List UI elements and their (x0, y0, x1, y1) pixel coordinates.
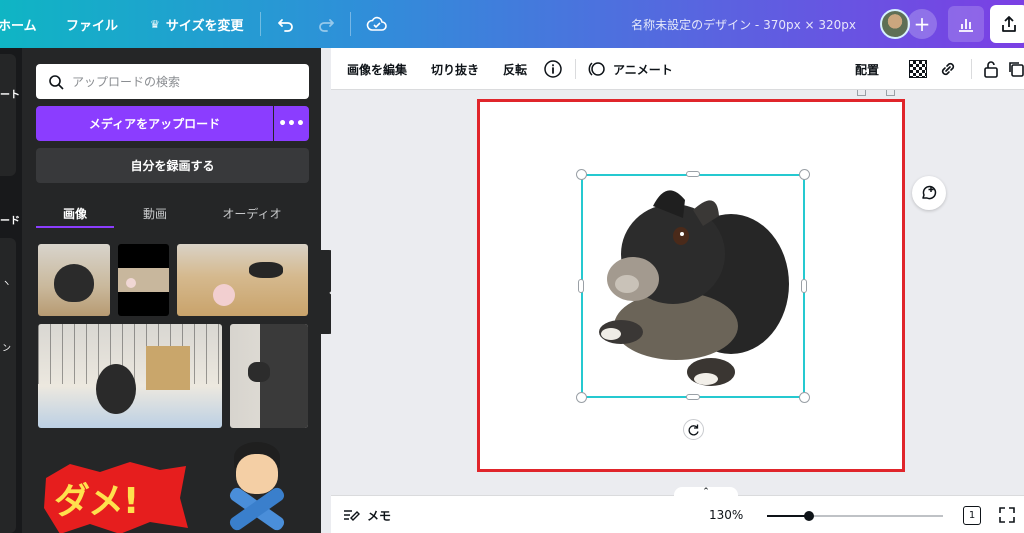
rail-label: ード (0, 216, 20, 227)
redo-icon (319, 19, 334, 32)
page-control[interactable] (857, 90, 866, 96)
side-navigation-rail: ート ード ヽ ン (0, 48, 22, 533)
top-bar: ホーム ファイル ♛ サイズを変更 名称未設定のデザイン - 370px × 3… (0, 0, 1024, 48)
image-content (213, 284, 235, 306)
rail-label: ート (0, 90, 20, 101)
uploads-panel: メディアをアップロード ••• 自分を録画する 画像 動画 オーディオ ダメ! (22, 48, 321, 533)
duplicate-icon (1009, 62, 1024, 77)
share-button[interactable] (990, 5, 1024, 43)
rotate-icon (688, 424, 699, 436)
selection-frame (581, 174, 805, 398)
dame-sticker[interactable]: ダメ! (40, 458, 190, 533)
link-button[interactable] (938, 48, 958, 90)
lock-button[interactable] (981, 48, 1001, 90)
upload-media-button[interactable]: メディアをアップロード (36, 106, 273, 141)
rail-item-templates[interactable] (0, 54, 16, 176)
document-title[interactable]: 名称未設定のデザイン - 370px × 320px (631, 0, 856, 48)
cloud-check-icon (366, 16, 387, 31)
divider (260, 12, 261, 36)
zoom-slider-fill (767, 515, 810, 517)
uploaded-image-thumbnail[interactable] (118, 244, 169, 316)
divider (971, 59, 972, 79)
zoom-slider-knob[interactable] (804, 511, 815, 521)
flip-button[interactable]: 反転 (503, 48, 527, 90)
uploaded-image-thumbnail[interactable] (38, 244, 110, 316)
unlock-icon (984, 61, 998, 78)
resize-handle-bottom-left[interactable] (576, 392, 587, 403)
image-content (248, 362, 270, 382)
expand-icon (999, 507, 1015, 523)
bar-chart-icon (959, 19, 973, 32)
add-collaborator-button[interactable]: + (907, 9, 937, 39)
uploaded-image-thumbnail[interactable] (230, 324, 308, 428)
resize-handle-right[interactable] (801, 279, 807, 293)
info-button[interactable] (543, 48, 563, 90)
rail-mark: ヽ (2, 279, 12, 289)
image-content (146, 346, 190, 390)
position-button[interactable]: 配置 (855, 48, 879, 90)
zoom-level[interactable]: 130% (709, 496, 743, 533)
undo-icon (278, 19, 293, 32)
edit-image-button[interactable]: 画像を編集 (347, 48, 407, 90)
plus-icon: + (913, 12, 931, 36)
info-icon (544, 60, 562, 78)
animate-button[interactable]: アニメート (587, 48, 673, 90)
divider (350, 12, 351, 36)
search-box[interactable] (36, 64, 309, 99)
tab-images[interactable]: 画像 (36, 198, 114, 228)
resize-handle-top-right[interactable] (799, 169, 810, 180)
editor-toolbar: 画像を編集 切り抜き 反転 アニメート 配置 (331, 48, 1024, 90)
notes-icon (344, 510, 360, 521)
divider (575, 59, 576, 79)
avatar[interactable] (880, 9, 910, 39)
page-control[interactable] (886, 90, 895, 96)
crown-icon: ♛ (150, 17, 160, 31)
fullscreen-button[interactable] (997, 505, 1017, 525)
face (236, 454, 278, 494)
resize-handle-top-left[interactable] (576, 169, 587, 180)
redo-button[interactable] (316, 0, 336, 48)
tab-audio[interactable]: オーディオ (202, 198, 302, 228)
cloud-save-button[interactable] (366, 0, 388, 48)
uploaded-image-thumbnail[interactable] (177, 244, 308, 316)
resize-button[interactable]: ♛ サイズを変更 (150, 0, 244, 48)
search-input[interactable] (72, 74, 292, 89)
insights-button[interactable] (948, 6, 984, 42)
upload-icon (1002, 16, 1016, 32)
resize-handle-bottom[interactable] (686, 394, 700, 400)
tab-videos[interactable]: 動画 (116, 198, 194, 228)
boy-crossed-arms-sticker[interactable] (222, 440, 292, 533)
image-content (126, 278, 136, 288)
checkerboard-icon (909, 60, 927, 78)
file-menu[interactable]: ファイル (66, 0, 118, 48)
record-yourself-button[interactable]: 自分を録画する (36, 148, 309, 183)
rotate-handle[interactable] (683, 419, 704, 440)
search-icon (49, 74, 64, 90)
transparency-button[interactable] (909, 48, 927, 90)
notes-button[interactable]: メモ (343, 496, 391, 533)
upload-options-button[interactable]: ••• (274, 106, 309, 141)
zoom-slider[interactable] (767, 511, 943, 521)
rabbit-figure (249, 262, 283, 278)
more-icon: ••• (278, 115, 305, 132)
bottom-bar: ⌃ メモ 130% 1 (331, 487, 1024, 533)
animate-icon (588, 62, 605, 76)
crop-button[interactable]: 切り抜き (431, 48, 479, 90)
comment-plus-icon (922, 185, 937, 200)
home-menu[interactable]: ホーム (0, 0, 37, 48)
add-comment-button[interactable] (912, 176, 946, 210)
resize-handle-bottom-right[interactable] (799, 392, 810, 403)
duplicate-button[interactable] (1007, 48, 1024, 90)
rabbit-figure (54, 264, 94, 302)
active-tab-indicator (36, 226, 114, 228)
rabbit-figure (96, 364, 136, 414)
resize-handle-left[interactable] (578, 279, 584, 293)
rail-mark: ン (2, 344, 12, 354)
page-count-button[interactable]: 1 (963, 506, 981, 525)
dame-text: ダメ! (54, 481, 139, 522)
uploaded-image-thumbnail[interactable] (38, 324, 222, 428)
undo-button[interactable] (276, 0, 296, 48)
resize-handle-top[interactable] (686, 171, 700, 177)
link-icon (941, 62, 955, 76)
